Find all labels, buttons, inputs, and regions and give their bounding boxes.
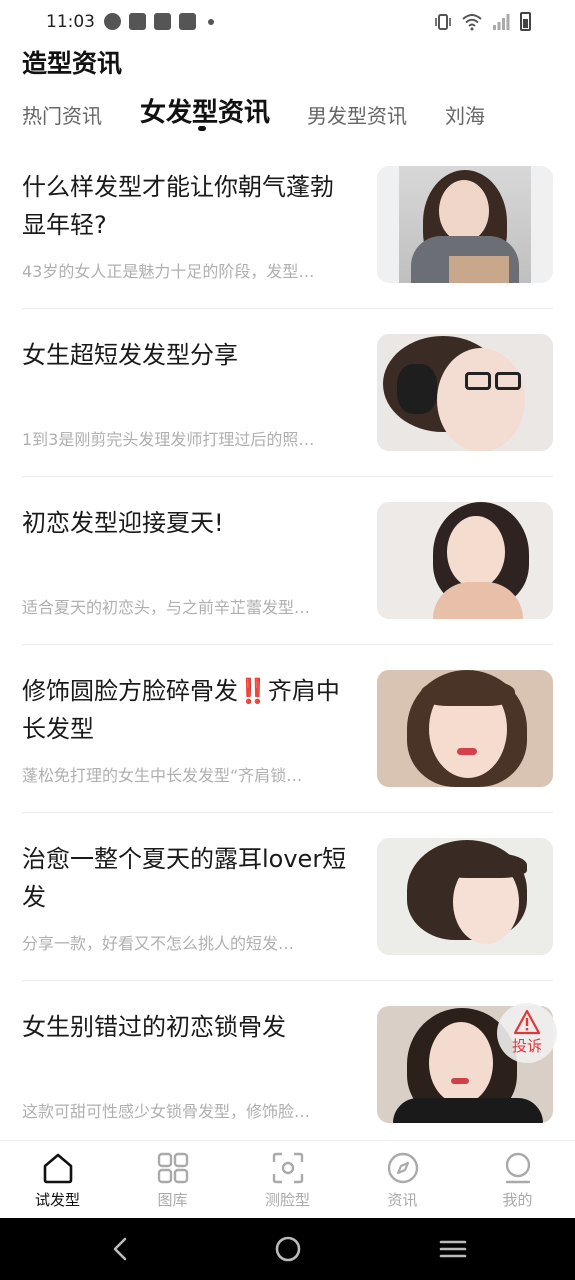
battery-icon bbox=[520, 12, 531, 31]
divider bbox=[22, 308, 553, 309]
nav-news[interactable]: 资讯 bbox=[345, 1141, 460, 1219]
tab-hot-news[interactable]: 热门资讯 bbox=[22, 100, 102, 129]
notification-icons bbox=[104, 13, 214, 30]
nav-face-test[interactable]: 测脸型 bbox=[230, 1141, 345, 1219]
divider bbox=[22, 980, 553, 981]
article-thumbnail bbox=[377, 502, 553, 619]
article-item[interactable]: 女生超短发发型分享 1到3是刚剪完头发理发师打理过后的照… bbox=[0, 318, 575, 486]
system-status-icons bbox=[434, 12, 531, 31]
home-icon bbox=[43, 1153, 73, 1184]
nav-profile[interactable]: 我的 bbox=[460, 1141, 575, 1219]
article-description: 适合夏天的初恋头，与之前辛芷蕾发型… bbox=[22, 598, 311, 617]
article-description: 这款可甜可性感少女锁骨发型，修饰脸… bbox=[22, 1102, 311, 1121]
article-title: 治愈一整个夏天的露耳lover短发 bbox=[22, 845, 347, 911]
status-bar: 11:03 bbox=[0, 0, 575, 46]
article-item[interactable]: 修饰圆脸方脸碎骨发‼️齐肩中长发型 蓬松免打理的女生中长发发型“齐肩锁… bbox=[0, 654, 575, 822]
article-thumbnail bbox=[377, 670, 553, 787]
dot-icon bbox=[208, 18, 214, 25]
active-tab-indicator bbox=[198, 126, 206, 131]
profile-icon bbox=[505, 1152, 531, 1184]
nav-label: 测脸型 bbox=[264, 1191, 310, 1209]
article-item[interactable]: 什么样发型才能让你朝气蓬勃显年轻? 43岁的女人正是魅力十足的阶段，发型… bbox=[0, 150, 575, 318]
menu-icon[interactable] bbox=[438, 1234, 468, 1264]
article-title: 初恋发型迎接夏天! bbox=[22, 509, 224, 537]
back-icon[interactable] bbox=[106, 1234, 136, 1264]
compass-icon bbox=[387, 1152, 419, 1184]
tab-women-hairstyles[interactable]: 女发型资讯 bbox=[140, 92, 270, 129]
article-description: 蓬松免打理的女生中长发发型“齐肩锁… bbox=[22, 766, 303, 785]
grid-icon bbox=[157, 1152, 189, 1184]
nav-label: 试发型 bbox=[34, 1191, 80, 1209]
nav-label: 图库 bbox=[157, 1191, 188, 1209]
article-title: 女生超短发发型分享 bbox=[22, 341, 238, 369]
nav-gallery[interactable]: 图库 bbox=[115, 1141, 230, 1219]
category-tabs: 热门资讯 女发型资讯 男发型资讯 刘海 bbox=[0, 92, 575, 140]
vibrate-icon bbox=[435, 13, 451, 30]
page-title: 造型资讯 bbox=[22, 49, 123, 78]
tab-bangs[interactable]: 刘海 bbox=[445, 100, 485, 129]
article-description: 1到3是刚剪完头发理发师打理过后的照… bbox=[22, 430, 315, 449]
article-title: 女生别错过的初恋锁骨发 bbox=[22, 1013, 286, 1041]
article-thumbnail bbox=[377, 334, 553, 451]
system-navigation-bar bbox=[0, 1218, 575, 1280]
speedometer-icon bbox=[104, 13, 121, 30]
home-circle-icon[interactable] bbox=[273, 1234, 303, 1264]
divider bbox=[22, 476, 553, 477]
article-title: 修饰圆脸方脸碎骨发‼️齐肩中长发型 bbox=[22, 677, 340, 743]
wifi-icon bbox=[462, 13, 482, 30]
article-description: 43岁的女人正是魅力十足的阶段，发型… bbox=[22, 262, 315, 281]
divider bbox=[22, 812, 553, 813]
bottom-navigation: 试发型 图库 测脸型 资讯 我的 bbox=[0, 1140, 575, 1218]
nav-label: 资讯 bbox=[387, 1191, 418, 1209]
mail-icon bbox=[154, 13, 171, 30]
nav-try-hairstyle[interactable]: 试发型 bbox=[0, 1141, 115, 1219]
divider bbox=[22, 644, 553, 645]
article-title: 什么样发型才能让你朝气蓬勃显年轻? bbox=[22, 173, 334, 239]
status-time: 11:03 bbox=[46, 12, 95, 32]
report-button[interactable]: 投诉 bbox=[497, 1003, 557, 1063]
article-item[interactable]: 治愈一整个夏天的露耳lover短发 分享一款，好看又不怎么挑人的短发… bbox=[0, 822, 575, 990]
tab-men-hairstyles[interactable]: 男发型资讯 bbox=[307, 100, 407, 129]
warning-icon bbox=[513, 1009, 541, 1035]
nav-label: 我的 bbox=[502, 1191, 533, 1209]
signal-icon bbox=[493, 13, 510, 30]
article-thumbnail bbox=[377, 838, 553, 955]
article-thumbnail bbox=[377, 166, 553, 283]
mail-icon bbox=[129, 13, 146, 30]
article-item[interactable]: 女生别错过的初恋锁骨发 这款可甜可性感少女锁骨发型，修饰脸… bbox=[0, 990, 575, 1158]
face-scan-icon bbox=[272, 1152, 304, 1184]
report-label: 投诉 bbox=[511, 1037, 542, 1055]
article-description: 分享一款，好看又不怎么挑人的短发… bbox=[22, 934, 295, 953]
mail-icon bbox=[179, 13, 196, 30]
article-item[interactable]: 初恋发型迎接夏天! 适合夏天的初恋头，与之前辛芷蕾发型… bbox=[0, 486, 575, 654]
